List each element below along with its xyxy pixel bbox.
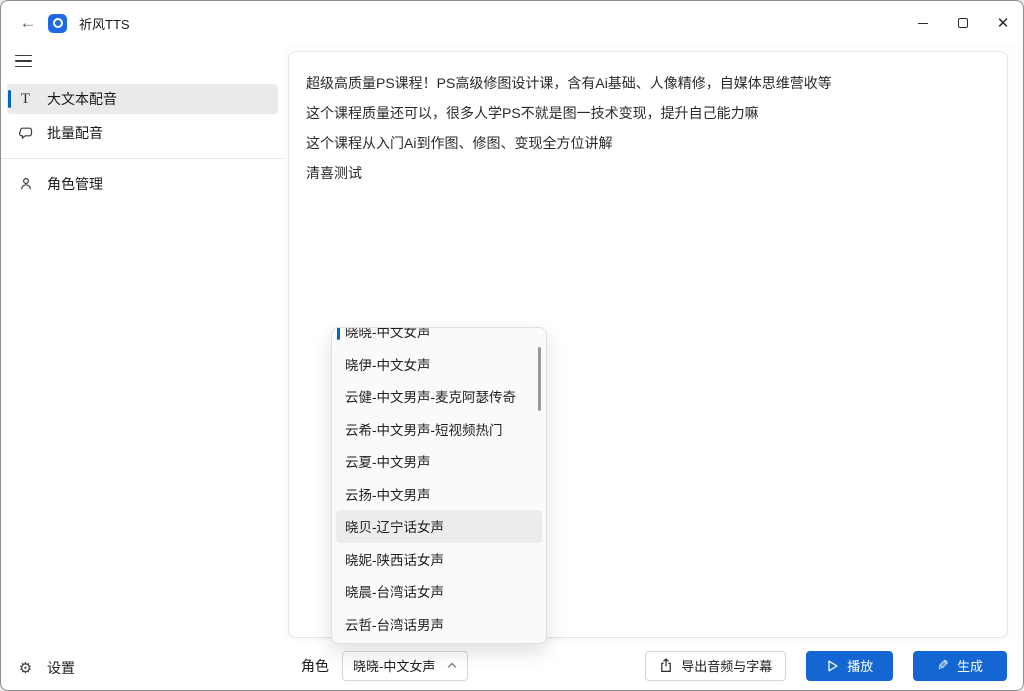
generate-button[interactable]: ✎ 生成 <box>913 651 1007 681</box>
minimize-button[interactable] <box>903 1 943 45</box>
titlebar: ← 祈风TTS ✕ <box>1 1 1023 45</box>
back-button[interactable]: ← <box>15 10 41 36</box>
sidebar-item-label: 批量配音 <box>47 123 103 143</box>
play-button-label: 播放 <box>847 656 873 675</box>
voice-option-label: 云健-中文男声-麦克阿瑟传奇 <box>345 386 516 406</box>
sidebar-nav: T 大文本配音 批量配音 <box>1 84 284 199</box>
voice-option[interactable]: 晓妮-陕西话女声 <box>336 543 542 576</box>
voice-option[interactable]: 云扬-中文男声 <box>336 478 542 511</box>
export-upload-icon <box>659 658 673 673</box>
role-select-value: 晓晓-中文女声 <box>353 656 435 675</box>
bottom-bar: 角色 晓晓-中文女声 导出音频与字幕 播放 ✎ 生成 <box>284 642 1022 689</box>
role-label: 角色 <box>301 656 329 676</box>
play-button[interactable]: 播放 <box>806 651 893 681</box>
app-window: ← 祈风TTS ✕ T 大文本配音 <box>0 0 1024 691</box>
window-title: 祈风TTS <box>79 14 130 33</box>
role-select-dropdown[interactable]: 晓晓-中文女声 <box>342 651 468 681</box>
voice-dropdown-flyout: 晓晓-中文女声 晓伊-中文女声 云健-中文男声-麦克阿瑟传奇 云希-中文男声-短… <box>331 327 547 644</box>
scrollbar-thumb[interactable] <box>538 347 541 411</box>
sidebar-item-role-management[interactable]: 角色管理 <box>7 169 278 199</box>
maximize-icon <box>958 18 968 28</box>
window-controls: ✕ <box>903 1 1023 45</box>
close-icon: ✕ <box>997 16 1010 31</box>
voice-option[interactable]: 云夏-中文男声 <box>336 445 542 478</box>
voice-option-label: 晓晨-台湾话女声 <box>345 581 444 601</box>
gear-icon: ⚙ <box>17 660 34 677</box>
voice-list: 晓晓-中文女声 晓伊-中文女声 云健-中文男声-麦克阿瑟传奇 云希-中文男声-短… <box>332 327 546 640</box>
back-arrow-icon: ← <box>20 13 37 33</box>
sidebar-item-settings[interactable]: ⚙ 设置 <box>7 653 278 683</box>
sidebar: T 大文本配音 批量配音 <box>1 45 284 691</box>
voice-option-label: 云希-中文男声-短视频热门 <box>345 419 503 439</box>
selected-indicator <box>337 327 340 340</box>
sidebar-item-label: 角色管理 <box>47 174 103 194</box>
voice-option-label: 晓晓-中文女声 <box>345 327 431 341</box>
sidebar-item-large-text-dubbing[interactable]: T 大文本配音 <box>7 84 278 114</box>
sidebar-item-label: 大文本配音 <box>47 89 117 109</box>
sidebar-divider <box>1 158 284 159</box>
voice-option[interactable]: 晓晨-台湾话女声 <box>336 575 542 608</box>
pen-icon: ✎ <box>937 657 949 674</box>
play-icon <box>826 659 839 673</box>
voice-option[interactable]: 晓晓-中文女声 <box>336 327 542 348</box>
maximize-button[interactable] <box>943 1 983 45</box>
voice-option[interactable]: 云哲-台湾话男声 <box>336 608 542 641</box>
voice-option-label: 云夏-中文男声 <box>345 451 431 471</box>
editor-text-line: 这个课程从入门Ai到作图、修图、变现全方位讲解 <box>306 128 990 158</box>
settings-label: 设置 <box>47 658 75 678</box>
voice-option[interactable]: 晓贝-辽宁话女声 <box>336 510 542 543</box>
voice-option[interactable]: 晓伊-中文女声 <box>336 348 542 381</box>
voice-option-label: 晓妮-陕西话女声 <box>345 549 444 569</box>
editor-text-line: 清喜测试 <box>306 158 990 188</box>
text-icon: T <box>17 91 34 108</box>
close-button[interactable]: ✕ <box>983 1 1023 45</box>
editor-text-line: 这个课程质量还可以，很多人学PS不就是图一技术变现，提升自己能力嘛 <box>306 98 990 128</box>
voice-option-label: 晓贝-辽宁话女声 <box>345 516 444 536</box>
voice-option-label: 云哲-台湾话男声 <box>345 614 444 634</box>
export-button-label: 导出音频与字幕 <box>681 656 772 675</box>
voice-option[interactable]: 云健-中文男声-麦克阿瑟传奇 <box>336 380 542 413</box>
chat-bubble-icon <box>17 125 34 142</box>
voice-option-label: 云扬-中文男声 <box>345 484 431 504</box>
chevron-up-icon <box>447 662 457 669</box>
voice-option-label: 晓伊-中文女声 <box>345 354 431 374</box>
generate-button-label: 生成 <box>957 656 983 675</box>
sidebar-item-batch-dubbing[interactable]: 批量配音 <box>7 118 278 148</box>
app-logo-icon <box>48 14 67 33</box>
export-audio-subtitles-button[interactable]: 导出音频与字幕 <box>645 651 786 681</box>
voice-option[interactable]: 云希-中文男声-短视频热门 <box>336 413 542 446</box>
person-icon <box>17 176 34 193</box>
editor-text-line: 超级高质量PS课程！PS高级修图设计课，含有Ai基础、人像精修，自媒体思维营收等 <box>306 68 990 98</box>
hamburger-menu-button[interactable] <box>15 53 32 69</box>
minimize-icon <box>918 23 928 24</box>
